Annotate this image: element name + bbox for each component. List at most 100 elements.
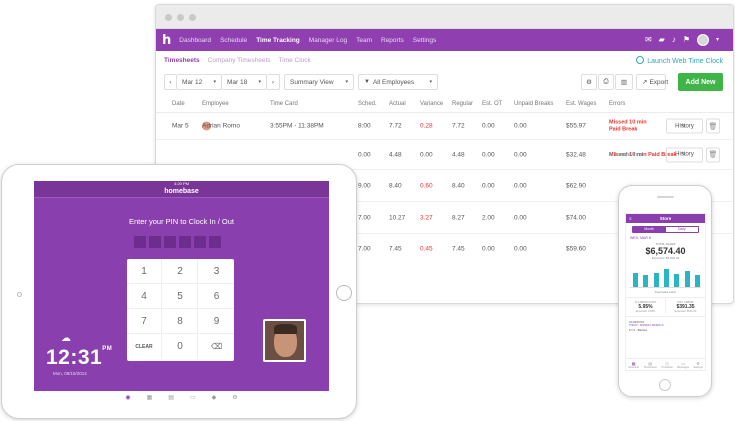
tablet-home-button[interactable] (336, 285, 352, 301)
tab-time-clock[interactable]: Time Clock (279, 57, 311, 64)
nav-team[interactable]: Team (356, 37, 372, 44)
menu-icon[interactable]: ≡ (629, 214, 632, 223)
end-date-picker[interactable]: Mar 18 ▾ (222, 74, 267, 90)
employee-filter-select[interactable]: ▼ All Employees ▾ (358, 74, 438, 90)
nav-reports[interactable]: Reports (381, 37, 404, 44)
cell-variance: 0.00 (420, 151, 433, 158)
sub-navigation: Timesheets Company Timesheets Time Clock… (156, 51, 733, 69)
phone-date[interactable]: WED, MAR 8 (626, 236, 705, 240)
col-time-card[interactable]: Time Card (270, 101, 298, 107)
mail-icon[interactable]: ✉ (645, 36, 652, 44)
col-est-ot[interactable]: Est. OT (482, 101, 502, 107)
pin-digit-box (209, 236, 221, 248)
key-9[interactable]: 9 (199, 309, 234, 334)
phone-home-button[interactable] (659, 379, 671, 391)
trash-icon: 🗑 (708, 123, 718, 130)
add-new-button[interactable]: Add New (678, 73, 723, 91)
cell-unpaid-breaks: 0.00 (514, 182, 527, 189)
nav-settings[interactable]: Settings (413, 37, 437, 44)
table-row[interactable]: Mar 5 Adrian Romo 3:55PM - 11:38PM 8:00 … (156, 113, 733, 140)
key-0[interactable]: 0 (163, 334, 198, 359)
view-select[interactable]: Summary View ▾ (284, 74, 354, 90)
phone-nav-timeclock[interactable]: ◷ Timeclock (661, 361, 673, 369)
col-actual[interactable]: Actual (389, 101, 406, 107)
window-maximize-dot[interactable] (189, 14, 196, 21)
window-titlebar (156, 5, 733, 29)
key-6[interactable]: 6 (199, 284, 234, 309)
tab-company-timesheets[interactable]: Company Timesheets (208, 57, 271, 64)
tab-daily[interactable]: Daily (666, 227, 699, 232)
cell-sched: 8:00 (358, 122, 371, 130)
col-date[interactable]: Date (172, 101, 185, 107)
phone-nav-settings[interactable]: ⚙ Settings (693, 361, 702, 369)
cell-unpaid-breaks: 0.00 (514, 214, 527, 221)
backspace-icon: ⌫ (210, 342, 223, 351)
history-label: History (675, 151, 694, 158)
pin-entry (134, 236, 221, 248)
phone-device: ≡ Store Month Daily WED, MAR 8 TOTAL SAL… (618, 185, 712, 397)
clock-icon[interactable]: ◉ (125, 394, 130, 401)
cell-actual: 10.27 (389, 214, 406, 221)
phone-period-tabs: Month Daily (632, 226, 699, 233)
start-date-picker[interactable]: Mar 12 ▾ (177, 74, 222, 90)
key-4[interactable]: 4 (127, 284, 162, 309)
cell-est-ot: 0.00 (482, 245, 495, 253)
nav-manager-log[interactable]: Manager Log (309, 37, 347, 44)
phone-nav-schedule[interactable]: ▦ Schedule (628, 361, 639, 369)
print-button[interactable]: ⎙ (598, 74, 614, 90)
chart-icon[interactable]: ▤ (168, 394, 174, 401)
share-icon: ↗ (642, 79, 648, 86)
clock-display: 12:31PM (46, 346, 112, 370)
nav-schedule[interactable]: Schedule (220, 37, 247, 44)
history-button[interactable]: ✎ History (666, 118, 703, 134)
employee-hair (274, 324, 297, 334)
tab-timesheets[interactable]: Timesheets (164, 57, 200, 64)
timesheet-toolbar: ‹ Mar 12 ▾ Mar 18 ▾ › Summary View ▾ ▼ A… (156, 69, 733, 95)
cell-regular: 8.40 (452, 182, 465, 189)
more-errors-link[interactable]: + 1 more error (609, 152, 644, 158)
backspace-button[interactable]: ⌫ (199, 334, 234, 359)
alert-icon[interactable]: ◆ (212, 394, 217, 401)
col-variance[interactable]: Variance (420, 101, 443, 107)
col-errors[interactable]: Errors (609, 101, 625, 107)
key-1[interactable]: 1 (127, 259, 162, 284)
history-button[interactable]: ✎ History (666, 147, 703, 162)
prev-week-button[interactable]: ‹ (164, 74, 177, 90)
phone-nav-timesheets[interactable]: ▤ Timesheets (643, 361, 656, 369)
announcement-icon[interactable]: ⚑ (683, 36, 690, 44)
nav-time-tracking[interactable]: Time Tracking (256, 37, 300, 44)
phone-nav-messages[interactable]: ▭ Messages (677, 361, 689, 369)
col-sched[interactable]: Sched. (358, 101, 377, 107)
window-minimize-dot[interactable] (177, 14, 184, 21)
launch-web-time-clock-link[interactable]: Launch Web Time Clock (636, 56, 723, 65)
key-3[interactable]: 3 (199, 259, 234, 284)
homebase-logo[interactable]: h (162, 33, 171, 48)
col-est-wages[interactable]: Est. Wages (566, 101, 596, 107)
columns-button[interactable]: ▥ (615, 74, 633, 90)
col-unpaid-breaks[interactable]: Unpaid Breaks (514, 101, 553, 107)
key-7[interactable]: 7 (127, 309, 162, 334)
delete-button[interactable]: 🗑 (706, 147, 720, 162)
chevron-down-icon[interactable]: ▾ (716, 36, 719, 44)
window-close-dot[interactable] (165, 14, 172, 21)
nav-dashboard[interactable]: Dashboard (179, 37, 211, 44)
delete-button[interactable]: 🗑 (706, 118, 720, 134)
calendar-icon[interactable]: ▦ (147, 394, 153, 401)
col-regular[interactable]: Regular (452, 101, 473, 107)
clear-button[interactable]: CLEAR (127, 334, 162, 359)
gear-icon[interactable]: ⚙ (232, 394, 237, 401)
bell-icon[interactable]: ♪ (672, 36, 676, 44)
export-button[interactable]: ↗ Export (636, 74, 668, 90)
cell-time-card[interactable]: 3:55PM - 11:38PM (270, 123, 324, 130)
col-employee[interactable]: Employee (202, 101, 229, 107)
next-week-button[interactable]: › (267, 74, 280, 90)
tab-month[interactable]: Month (633, 227, 666, 232)
shift-item[interactable]: Fri 3 - Barista (629, 328, 702, 332)
key-5[interactable]: 5 (163, 284, 198, 309)
user-avatar[interactable] (696, 34, 709, 46)
chat-icon[interactable]: ▰ (659, 36, 665, 44)
settings-button[interactable]: ⚙ (581, 74, 597, 90)
key-8[interactable]: 8 (163, 309, 198, 334)
document-icon[interactable]: ▭ (190, 394, 196, 401)
key-2[interactable]: 2 (163, 259, 198, 284)
